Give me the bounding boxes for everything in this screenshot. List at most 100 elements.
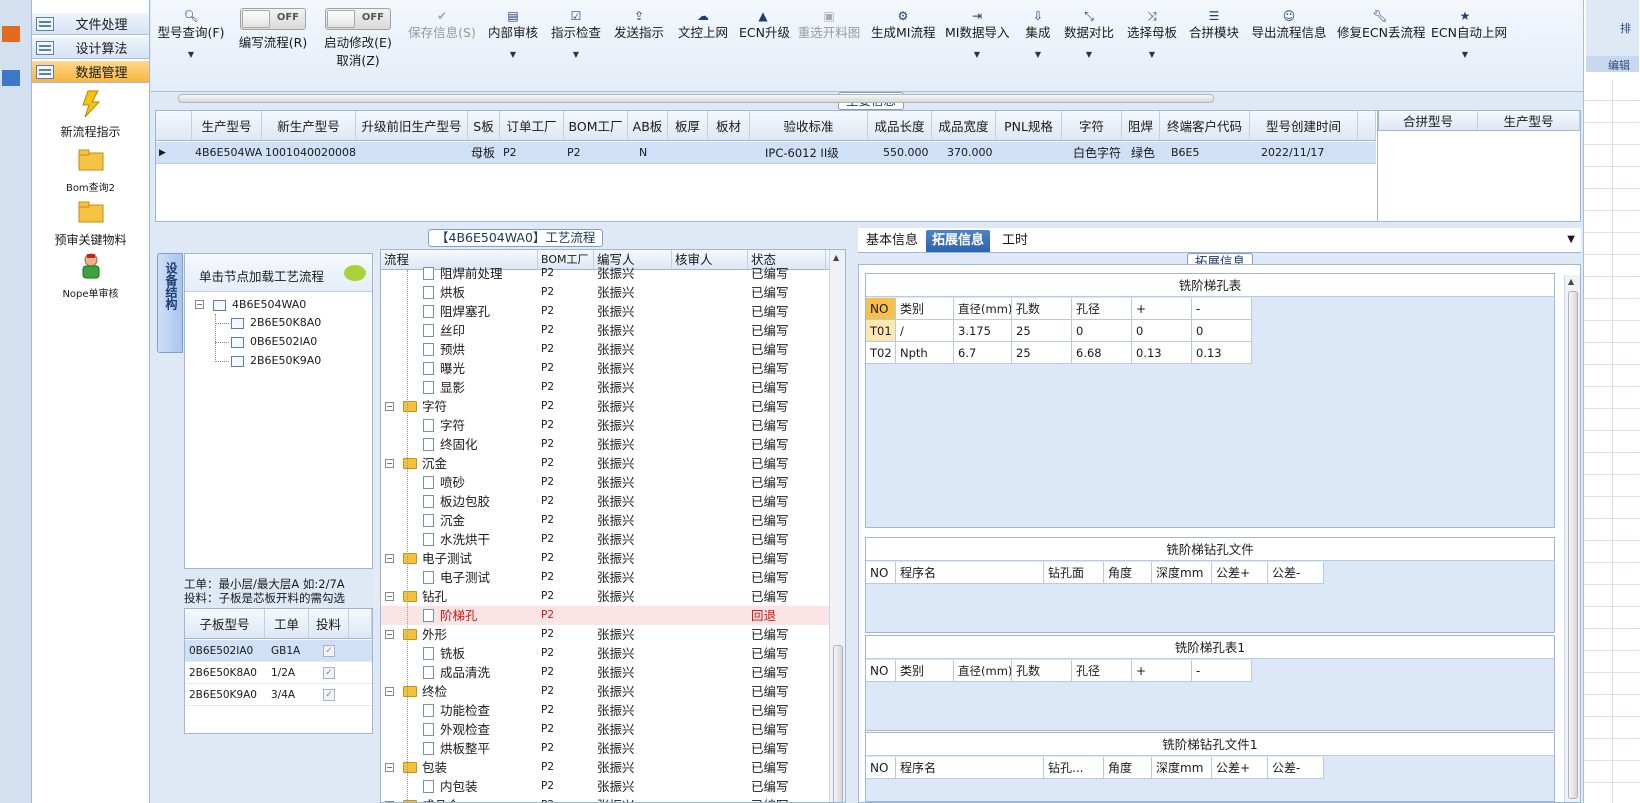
instruction-check-button[interactable]: ☑ 指示检查 ▼ xyxy=(550,8,602,62)
col-plus[interactable]: + xyxy=(1132,660,1192,682)
col-customer[interactable]: 终端客户代码 xyxy=(1160,111,1250,141)
col-hole-count[interactable]: 孔数 xyxy=(1012,660,1072,682)
spreadsheet-icon[interactable] xyxy=(2,70,20,86)
table-cell[interactable]: 3.175 xyxy=(954,320,1012,342)
integrate-button[interactable]: ⇩ 集成 ▼ xyxy=(1019,8,1057,62)
col-minus[interactable]: - xyxy=(1192,298,1252,320)
scroll-up-icon[interactable]: ▲ xyxy=(1568,277,1574,286)
table-cell[interactable]: 25 xyxy=(1012,342,1072,364)
process-step-row[interactable]: 预烘 P2 张振兴 已编写 xyxy=(381,340,831,359)
col-no[interactable]: NO xyxy=(866,660,896,682)
col-tol-plus[interactable]: 公差+ xyxy=(1212,562,1268,584)
gen-mi-flow-button[interactable]: ⚙ 生成MI流程 xyxy=(871,8,935,42)
table-row[interactable]: 2B6E50K9A0 3/4A ✓ xyxy=(185,684,372,706)
tree-node-child[interactable]: 2B6E50K9A0 xyxy=(231,352,321,370)
save-info-button[interactable]: ✔ 保存信息(S) xyxy=(407,8,477,42)
process-vscroll[interactable]: ▲ xyxy=(829,250,845,802)
chevron-down-icon[interactable]: ▼ xyxy=(945,48,1009,62)
col-no[interactable]: NO xyxy=(866,298,896,320)
process-step-row[interactable]: 内包装 P2 张振兴 已编写 xyxy=(381,777,831,796)
chevron-down-icon[interactable]: ▼ xyxy=(1061,48,1117,62)
chevron-down-icon[interactable]: ▼ xyxy=(550,48,602,62)
table-row[interactable]: 2B6E50K8A0 1/2A ✓ xyxy=(185,662,372,684)
process-step-row[interactable]: 沉金 P2 张振兴 已编写 xyxy=(381,511,831,530)
merge-module-button[interactable]: ☰ 合拼模块 xyxy=(1187,8,1241,42)
table-cell[interactable]: T01 xyxy=(866,320,896,342)
tree-node-child[interactable]: 2B6E50K8A0 xyxy=(231,314,321,332)
tab-extended-info[interactable]: 拓展信息 xyxy=(926,230,991,252)
col-no[interactable]: NO xyxy=(866,757,896,779)
process-step-row[interactable]: 功能检查 P2 张振兴 已编写 xyxy=(381,701,831,720)
table-cell[interactable]: 0 xyxy=(1192,320,1252,342)
process-step-row[interactable]: 曝光 P2 张振兴 已编写 xyxy=(381,359,831,378)
process-step-row[interactable]: 外观检查 P2 张振兴 已编写 xyxy=(381,720,831,739)
process-step-row[interactable]: 水洗烘干 P2 张振兴 已编写 xyxy=(381,530,831,549)
nav-item-bom-query[interactable]: Bom查询2 xyxy=(32,146,149,194)
process-step-row[interactable]: 喷砂 P2 张振兴 已编写 xyxy=(381,473,831,492)
collapse-icon[interactable]: − xyxy=(385,554,394,563)
process-step-row[interactable]: 字符 P2 张振兴 已编写 xyxy=(381,416,831,435)
process-group-row[interactable]: − 包装 P2 张振兴 已编写 xyxy=(381,758,831,777)
col-new-model[interactable]: 新生产型号 xyxy=(262,111,356,141)
table-cell[interactable]: 0.13 xyxy=(1192,342,1252,364)
ecn-auto-upload-button[interactable]: ★ ECN自动上网 ▼ xyxy=(1431,8,1507,62)
table-cell[interactable]: 25 xyxy=(1012,320,1072,342)
col-ab-board[interactable]: AB板 xyxy=(628,111,668,141)
process-step-row[interactable]: 阻焊塞孔 P2 张振兴 已编写 xyxy=(381,302,831,321)
col-merge-prod-model[interactable]: 生产型号 xyxy=(1478,111,1580,131)
col-merge-model[interactable]: 合拼型号 xyxy=(1378,111,1478,131)
feed-checkbox[interactable]: ✓ xyxy=(323,689,335,701)
col-pnl[interactable]: PNL规格 xyxy=(996,111,1062,141)
main-grid-hscroll[interactable] xyxy=(168,90,1238,106)
col-bom-factory[interactable]: BOM工厂 xyxy=(564,111,628,141)
collapse-icon[interactable]: − xyxy=(385,592,394,601)
col-program[interactable]: 程序名 xyxy=(896,757,1044,779)
process-step-row[interactable]: 丝印 P2 张振兴 已编写 xyxy=(381,321,831,340)
chevron-down-icon[interactable]: ▼ xyxy=(487,48,539,62)
col-plus[interactable]: + xyxy=(1132,298,1192,320)
col-diameter[interactable]: 直径(mm) xyxy=(954,660,1012,682)
nav-button-algorithm[interactable]: 设计算法 xyxy=(32,37,149,59)
collapse-icon[interactable]: − xyxy=(195,300,204,309)
col-category[interactable]: 类别 xyxy=(896,660,954,682)
scroll-thumb[interactable] xyxy=(178,94,1214,103)
col-angle[interactable]: 角度 xyxy=(1104,562,1152,584)
col-depth[interactable]: 深度mm xyxy=(1152,562,1212,584)
table-cell[interactable]: 0 xyxy=(1072,320,1132,342)
col-thickness[interactable]: 板厚 xyxy=(668,111,708,141)
ecn-upgrade-button[interactable]: ▲ ECN升级 xyxy=(739,8,790,42)
collapse-icon[interactable]: − xyxy=(385,687,394,696)
col-sub-order[interactable]: 工单 xyxy=(265,609,309,639)
process-step-row[interactable]: 电子测试 P2 张振兴 已编写 xyxy=(381,568,831,587)
write-flow-switch[interactable]: OFF xyxy=(240,8,306,30)
process-step-row[interactable]: 终固化 P2 张振兴 已编写 xyxy=(381,435,831,454)
table-cell[interactable]: Npth xyxy=(896,342,954,364)
process-group-row[interactable]: − 终检 P2 张振兴 已编写 xyxy=(381,682,831,701)
tab-basic-info[interactable]: 基本信息 xyxy=(860,230,924,252)
scroll-thumb[interactable] xyxy=(1568,291,1578,799)
nav-item-new-flow[interactable]: 新流程指示 xyxy=(32,90,149,140)
nav-button-data[interactable]: 数据管理 xyxy=(32,61,149,83)
col-created[interactable]: 型号创建时间 xyxy=(1250,111,1358,141)
col-width[interactable]: 成品宽度 xyxy=(932,111,996,141)
scroll-up-icon[interactable]: ▲ xyxy=(833,253,839,262)
col-drill-side[interactable]: 钻孔面 xyxy=(1044,562,1104,584)
process-group-row[interactable]: − 沉金 P2 张振兴 已编写 xyxy=(381,454,831,473)
col-hole-size[interactable]: 孔径 xyxy=(1072,660,1132,682)
enable-modify-switch[interactable]: OFF xyxy=(325,8,391,30)
nav-button-file[interactable]: 文件处理 xyxy=(32,13,149,35)
tab-work-hours[interactable]: 工时 xyxy=(996,230,1034,252)
col-standard[interactable]: 验收标准 xyxy=(750,111,868,141)
col-prod-model[interactable]: 生产型号 xyxy=(192,111,262,141)
col-tol-minus[interactable]: 公差- xyxy=(1268,757,1324,779)
process-group-row[interactable]: − 电子测试 P2 张振兴 已编写 xyxy=(381,549,831,568)
chevron-down-icon[interactable]: ▼ xyxy=(157,48,225,62)
col-tol-minus[interactable]: 公差- xyxy=(1268,562,1324,584)
tree-node-root[interactable]: 4B6E504WA0 xyxy=(213,296,306,314)
col-diameter[interactable]: 直径(mm) xyxy=(954,298,1012,320)
col-no[interactable]: NO xyxy=(866,562,896,584)
table-row[interactable]: 0B6E502IA0 GB1A ✓ xyxy=(185,640,372,662)
reselect-cut-button[interactable]: ▣ 重选开料图 xyxy=(797,8,861,42)
send-instruction-button[interactable]: ⇪ 发送指示 xyxy=(613,8,665,42)
table-cell[interactable]: T02 xyxy=(866,342,896,364)
